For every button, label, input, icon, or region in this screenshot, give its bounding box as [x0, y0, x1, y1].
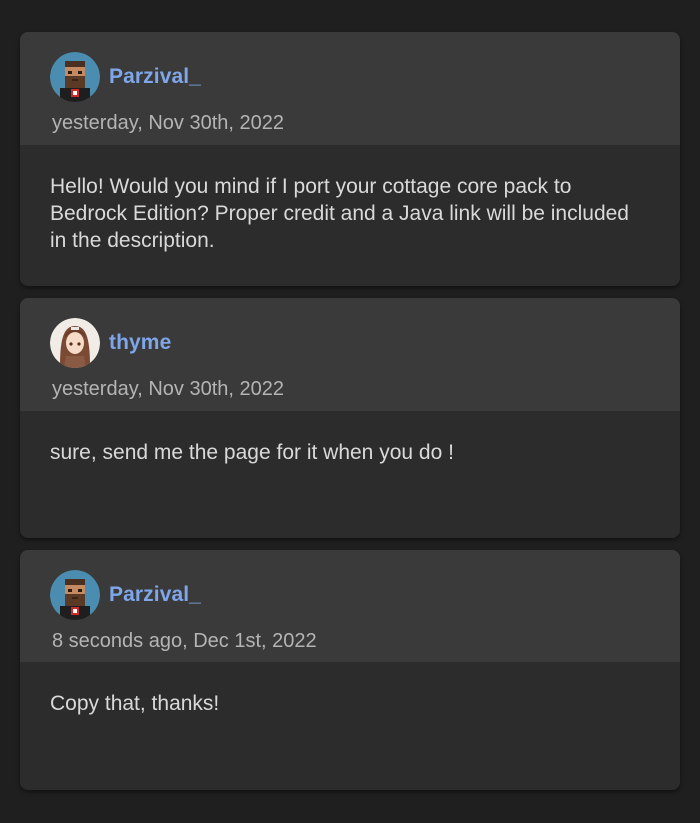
- author-row: Parzival_: [50, 52, 680, 102]
- author-name-link[interactable]: Parzival_: [109, 583, 201, 607]
- avatar[interactable]: [50, 570, 100, 620]
- author-name-link[interactable]: Parzival_: [109, 65, 201, 89]
- author-name-link[interactable]: thyme: [109, 331, 171, 355]
- comment-card: Parzival_ 8 seconds ago, Dec 1st, 2022 C…: [20, 550, 680, 790]
- author-row: Parzival_: [50, 570, 680, 620]
- pixel-bearded-man-avatar-icon: [50, 52, 100, 102]
- comment-thread: Parzival_ yesterday, Nov 30th, 2022 Hell…: [20, 32, 680, 802]
- comment-timestamp: 8 seconds ago, Dec 1st, 2022: [52, 630, 317, 652]
- comment-card: thyme yesterday, Nov 30th, 2022 sure, se…: [20, 298, 680, 538]
- comment-card: Parzival_ yesterday, Nov 30th, 2022 Hell…: [20, 32, 680, 286]
- comment-header: Parzival_ 8 seconds ago, Dec 1st, 2022: [20, 550, 680, 662]
- pixel-bearded-man-avatar-icon: [50, 570, 100, 620]
- comment-text: Copy that, thanks!: [50, 692, 220, 715]
- anime-girl-avatar-icon: [50, 318, 100, 368]
- comment-header: thyme yesterday, Nov 30th, 2022: [20, 298, 680, 411]
- comment-timestamp: yesterday, Nov 30th, 2022: [52, 112, 284, 134]
- comment-text: sure, send me the page for it when you d…: [50, 441, 454, 464]
- comment-text: Hello! Would you mind if I port your cot…: [50, 175, 629, 252]
- comment-header: Parzival_ yesterday, Nov 30th, 2022: [20, 32, 680, 145]
- avatar[interactable]: [50, 52, 100, 102]
- comment-timestamp: yesterday, Nov 30th, 2022: [52, 378, 284, 400]
- avatar[interactable]: [50, 318, 100, 368]
- author-row: thyme: [50, 318, 680, 368]
